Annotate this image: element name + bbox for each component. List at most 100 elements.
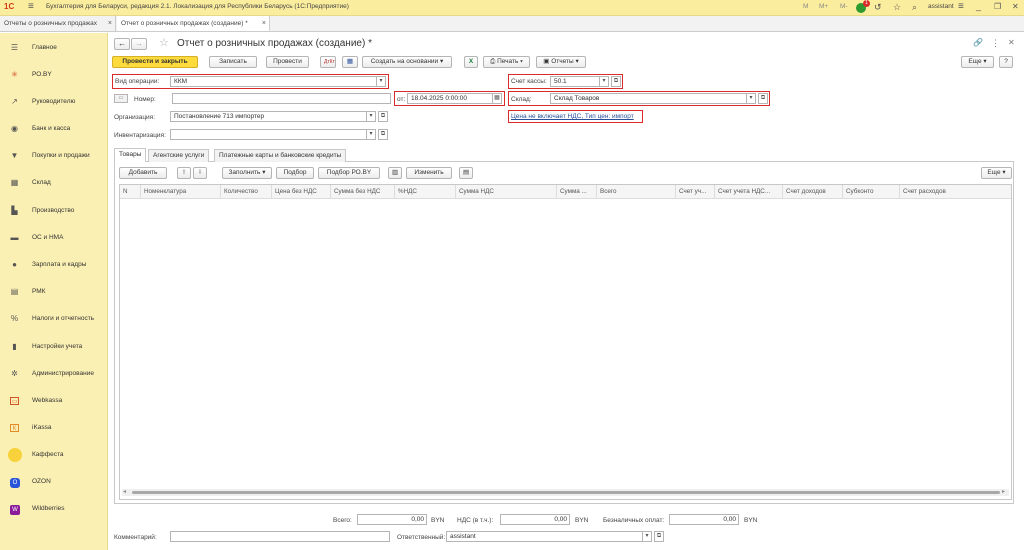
column-header[interactable]: %НДС xyxy=(394,185,455,198)
goods-table[interactable]: N Номенклатура Количество Цена без НДС С… xyxy=(119,184,1012,500)
favorites-icon[interactable]: ☆ xyxy=(893,2,901,13)
history-icon[interactable]: ↺ xyxy=(874,2,882,13)
comment-field[interactable] xyxy=(170,531,390,542)
create-based-on-button[interactable]: Создать на основании ▾ xyxy=(362,56,452,68)
sidebar-item-rmk[interactable]: ▤ РМК xyxy=(0,282,108,302)
sidebar-item-ro-by[interactable]: ✳ РО.BY xyxy=(0,65,108,85)
save-button[interactable]: Записать xyxy=(209,56,257,68)
dt-kt-icon[interactable]: ДтКт xyxy=(320,56,336,68)
inventory-field[interactable] xyxy=(170,129,367,140)
column-header[interactable]: Всего xyxy=(596,185,675,198)
sidebar-item-production[interactable]: ▙ Производство xyxy=(0,201,108,221)
responsible-dropdown-icon[interactable]: ▾ xyxy=(642,531,652,542)
favorite-star-icon[interactable]: ☆ xyxy=(159,36,169,49)
sidebar-item-settings[interactable]: ▮ Настройки учета xyxy=(0,337,108,357)
print-button[interactable]: ⎙ Печать ▾ xyxy=(483,56,530,68)
settings-menu-icon[interactable]: ≡ xyxy=(958,1,964,12)
add-button[interactable]: Добавить xyxy=(119,167,167,179)
selection-button[interactable]: Подбор xyxy=(276,167,314,179)
selection-ro-button[interactable]: Подбор РО.BY xyxy=(318,167,380,179)
cash-account-dropdown-icon[interactable]: ▾ xyxy=(599,76,609,87)
operation-dropdown-icon[interactable]: ▾ xyxy=(376,76,386,87)
inventory-dropdown-icon[interactable]: ▾ xyxy=(366,129,376,140)
minimize-icon[interactable]: _ xyxy=(976,1,981,11)
calendar-icon[interactable]: ▦ xyxy=(492,93,502,104)
back-button[interactable]: ← xyxy=(114,38,130,50)
tab-payment-cards[interactable]: Платежные карты и банковские кредиты xyxy=(214,149,347,162)
column-header[interactable]: Номенклатура xyxy=(140,185,220,198)
column-header[interactable]: N xyxy=(120,185,140,198)
reports-button[interactable]: ▣ Отчеты ▾ xyxy=(536,56,586,68)
close-icon[interactable]: ✕ xyxy=(1012,2,1019,11)
column-header[interactable]: Субконто xyxy=(842,185,899,198)
horizontal-scrollbar[interactable]: ◂ ▸ xyxy=(122,489,1009,496)
inventory-open-icon[interactable]: ⧉ xyxy=(378,129,388,140)
post-button[interactable]: Провести xyxy=(266,56,309,68)
sidebar-item-taxes[interactable]: % Налоги и отчетность xyxy=(0,309,108,329)
edit-in-dialog-icon[interactable]: ▤ xyxy=(459,167,473,179)
responsible-field[interactable]: assistant xyxy=(446,531,643,542)
scroll-right-icon[interactable]: ▸ xyxy=(1002,488,1005,495)
sidebar-item-admin[interactable]: ✲ Администрирование xyxy=(0,364,108,384)
close-tab-icon[interactable]: × xyxy=(262,16,266,31)
column-header[interactable]: Счет учета НДС... xyxy=(714,185,782,198)
search-icon[interactable]: ⌕ xyxy=(912,2,917,13)
column-header[interactable]: Счет доходов xyxy=(782,185,842,198)
column-header[interactable]: Цена без НДС xyxy=(271,185,330,198)
tab-agent-services[interactable]: Агентские услуги xyxy=(148,149,210,162)
warehouse-field[interactable]: Склад Товаров xyxy=(550,93,747,104)
column-header[interactable]: Счет расходов xyxy=(899,185,1011,198)
number-prefix-icon[interactable]: ▭ xyxy=(114,94,128,103)
window-tab-retail-list[interactable]: Отчеты о розничных продажах × xyxy=(0,16,116,31)
memory-mplus-button[interactable]: M+ xyxy=(819,3,828,10)
close-tab-icon[interactable]: × xyxy=(108,16,112,31)
memory-mminus-button[interactable]: M- xyxy=(840,3,848,10)
price-type-link[interactable]: Цена не включает НДС, Тип цен: импорт xyxy=(511,113,634,120)
warehouse-open-icon[interactable]: ⧉ xyxy=(758,93,768,104)
cash-account-field[interactable]: 50.1 xyxy=(550,76,600,87)
sidebar-item-purchases[interactable]: ▼ Покупки и продажи xyxy=(0,146,108,166)
organization-field[interactable]: Постановление 713 импортер xyxy=(170,111,367,122)
more-button[interactable]: Еще ▾ xyxy=(961,56,994,68)
sidebar-item-manager[interactable]: ↗ Руководителю xyxy=(0,92,108,112)
form-close-icon[interactable]: ✕ xyxy=(1008,38,1015,47)
post-and-close-button[interactable]: Провести и закрыть xyxy=(112,56,198,68)
memory-m-button[interactable]: M xyxy=(803,3,808,10)
sidebar-item-kaffesta[interactable]: Каффеста xyxy=(0,445,108,465)
restore-icon[interactable]: ❐ xyxy=(994,2,1001,11)
operation-field[interactable]: ККМ xyxy=(170,76,377,87)
responsible-open-icon[interactable]: ⧉ xyxy=(654,531,664,542)
scrollbar-thumb[interactable] xyxy=(132,491,1000,494)
column-header[interactable]: Сумма без НДС xyxy=(330,185,394,198)
forward-button[interactable]: → xyxy=(131,38,147,50)
organization-dropdown-icon[interactable]: ▾ xyxy=(366,111,376,122)
sidebar-item-webkassa[interactable]: ▭ Webkassa xyxy=(0,391,108,411)
move-down-icon[interactable]: ⬇ xyxy=(193,167,207,179)
date-field[interactable]: 18.04.2025 0:00:00 xyxy=(407,93,493,104)
warehouse-dropdown-icon[interactable]: ▾ xyxy=(746,93,756,104)
excel-icon[interactable]: X xyxy=(464,56,478,68)
column-header[interactable]: Количество xyxy=(220,185,271,198)
sidebar-item-salary[interactable]: ● Зарплата и кадры xyxy=(0,255,108,275)
sidebar-item-ozon[interactable]: O OZON xyxy=(0,472,108,492)
table-more-button[interactable]: Еще ▾ xyxy=(981,167,1012,179)
sidebar-item-ikassa[interactable]: KiKassa xyxy=(0,418,108,438)
column-header[interactable]: Сумма НДС xyxy=(455,185,556,198)
column-header[interactable]: Сумма ... xyxy=(556,185,596,198)
scroll-left-icon[interactable]: ◂ xyxy=(123,488,126,495)
help-button[interactable]: ? xyxy=(999,56,1013,68)
tab-goods[interactable]: Товары xyxy=(114,148,147,162)
number-field[interactable] xyxy=(172,93,391,104)
window-tab-retail-create[interactable]: Отчет о розничных продажах (создание) * … xyxy=(117,16,270,31)
change-button[interactable]: Изменить xyxy=(406,167,452,179)
move-up-icon[interactable]: ⬆ xyxy=(177,167,191,179)
fill-button[interactable]: Заполнить ▾ xyxy=(222,167,272,179)
link-icon[interactable]: 🔗 xyxy=(973,38,983,47)
sidebar-item-main[interactable]: ☰ Главное xyxy=(0,38,108,58)
structure-icon[interactable]: ▦ xyxy=(342,56,358,68)
column-header[interactable]: Счет уч... xyxy=(675,185,714,198)
main-menu-icon[interactable]: ≡ xyxy=(28,1,34,12)
user-name[interactable]: assistant xyxy=(928,3,954,10)
cash-account-open-icon[interactable]: ⧉ xyxy=(611,76,621,87)
form-more-icon[interactable]: ⋮ xyxy=(991,38,1000,49)
